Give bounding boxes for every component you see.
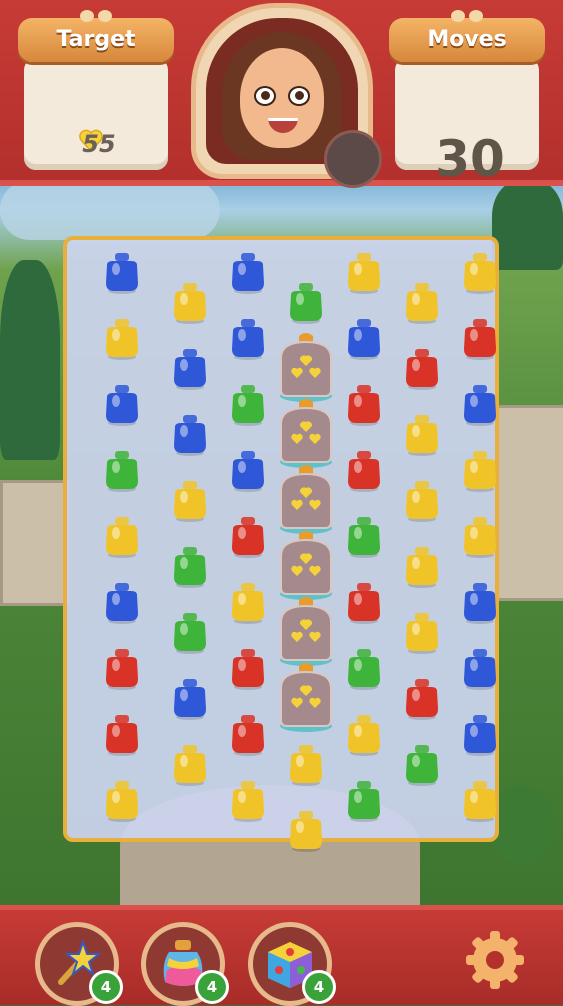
green-potion-tile[interactable] <box>339 643 389 693</box>
yellow-potion-tile[interactable] <box>455 775 505 825</box>
yellow-potion-tile[interactable] <box>397 475 447 525</box>
booster-cube-button[interactable]: 4 <box>248 922 336 1006</box>
booster-count-badge: 4 <box>302 970 336 1004</box>
yellow-potion-tile[interactable] <box>339 709 389 759</box>
eye-icon <box>288 86 310 106</box>
red-potion-tile[interactable] <box>223 511 273 561</box>
blue-potion-tile[interactable] <box>165 673 215 723</box>
yellow-potion-tile[interactable] <box>97 313 147 363</box>
target-panel: 55 Target <box>18 10 174 170</box>
top-bar: 55 Target 30 Moves <box>0 0 563 188</box>
moves-panel: 30 Moves <box>389 10 545 188</box>
red-potion-tile[interactable] <box>223 709 273 759</box>
green-potion-tile[interactable] <box>97 445 147 495</box>
yellow-potion-tile[interactable] <box>165 739 215 789</box>
blue-potion-tile[interactable] <box>97 379 147 429</box>
red-potion-tile[interactable] <box>97 709 147 759</box>
booster-count-badge: 4 <box>195 970 229 1004</box>
heart-jar-blocker[interactable] <box>273 530 339 602</box>
blue-potion-tile[interactable] <box>97 247 147 297</box>
heart-jar-blocker[interactable] <box>273 464 339 536</box>
yellow-potion-tile[interactable] <box>165 277 215 327</box>
yellow-potion-tile[interactable] <box>281 805 331 855</box>
yellow-potion-tile[interactable] <box>397 409 447 459</box>
blue-potion-tile[interactable] <box>455 709 505 759</box>
green-potion-tile[interactable] <box>165 607 215 657</box>
booster-bar: 4 4 4 <box>0 905 563 1006</box>
booster-wand-button[interactable]: 4 <box>35 922 123 1006</box>
garden-wall <box>495 405 563 601</box>
yellow-potion-tile[interactable] <box>97 775 147 825</box>
eye-icon <box>254 86 276 106</box>
moves-card: 30 <box>395 58 539 188</box>
yellow-potion-tile[interactable] <box>397 541 447 591</box>
blue-potion-tile[interactable] <box>223 313 273 363</box>
red-potion-tile[interactable] <box>397 673 447 723</box>
target-count: 55 <box>82 130 116 158</box>
moves-count: 30 <box>435 130 505 188</box>
character-face <box>240 48 324 148</box>
garden-wall <box>0 480 70 606</box>
status-indicator <box>324 130 382 188</box>
heart-jar-blocker[interactable] <box>273 596 339 668</box>
yellow-potion-tile[interactable] <box>397 277 447 327</box>
red-potion-tile[interactable] <box>223 643 273 693</box>
blue-potion-tile[interactable] <box>223 247 273 297</box>
yellow-potion-tile[interactable] <box>397 607 447 657</box>
red-potion-tile[interactable] <box>455 313 505 363</box>
green-potion-tile[interactable] <box>397 739 447 789</box>
game-board <box>63 236 499 852</box>
booster-potion-button[interactable]: 4 <box>141 922 229 1006</box>
blue-potion-tile[interactable] <box>455 577 505 627</box>
red-potion-tile[interactable] <box>397 343 447 393</box>
yellow-potion-tile[interactable] <box>281 739 331 789</box>
yellow-potion-tile[interactable] <box>455 445 505 495</box>
blue-potion-tile[interactable] <box>455 379 505 429</box>
heart-jar-blocker[interactable] <box>273 662 339 734</box>
target-card: 55 <box>24 58 168 170</box>
blue-potion-tile[interactable] <box>455 643 505 693</box>
red-potion-tile[interactable] <box>339 379 389 429</box>
heart-jar-blocker[interactable] <box>273 332 339 404</box>
blue-potion-tile[interactable] <box>339 313 389 363</box>
yellow-potion-tile[interactable] <box>223 577 273 627</box>
green-potion-tile[interactable] <box>339 511 389 561</box>
yellow-potion-tile[interactable] <box>97 511 147 561</box>
cloud <box>0 180 220 240</box>
yellow-potion-tile[interactable] <box>455 511 505 561</box>
green-potion-tile[interactable] <box>339 775 389 825</box>
green-potion-tile[interactable] <box>223 379 273 429</box>
bow-decoration <box>80 10 112 24</box>
gear-icon[interactable] <box>462 927 528 993</box>
red-potion-tile[interactable] <box>339 577 389 627</box>
blue-potion-tile[interactable] <box>223 445 273 495</box>
red-potion-tile[interactable] <box>97 643 147 693</box>
blue-potion-tile[interactable] <box>165 409 215 459</box>
heart-jar-blocker[interactable] <box>273 398 339 470</box>
booster-count-badge: 4 <box>89 970 123 1004</box>
red-potion-tile[interactable] <box>339 445 389 495</box>
green-potion-tile[interactable] <box>281 277 331 327</box>
yellow-potion-tile[interactable] <box>165 475 215 525</box>
yellow-potion-tile[interactable] <box>339 247 389 297</box>
yellow-potion-tile[interactable] <box>223 775 273 825</box>
bow-decoration <box>451 10 483 24</box>
blue-potion-tile[interactable] <box>165 343 215 393</box>
target-label: Target <box>18 18 174 62</box>
yellow-potion-tile[interactable] <box>455 247 505 297</box>
moves-label: Moves <box>389 18 545 62</box>
smile-icon <box>268 118 298 133</box>
blue-potion-tile[interactable] <box>97 577 147 627</box>
green-potion-tile[interactable] <box>165 541 215 591</box>
hedge <box>0 260 60 460</box>
